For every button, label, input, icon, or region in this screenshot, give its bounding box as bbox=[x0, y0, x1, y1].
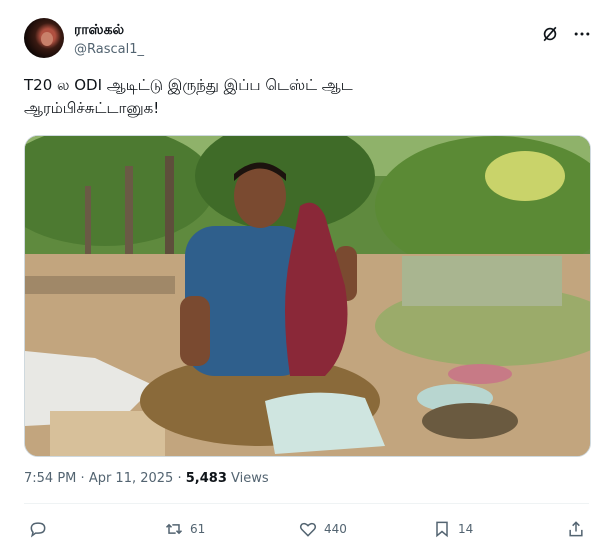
tweet-time[interactable]: 7:54 PM bbox=[24, 471, 76, 486]
meta-separator: · bbox=[177, 471, 182, 486]
tweet-meta: 7:54 PM · Apr 11, 2025 · 5,483 Views bbox=[24, 471, 269, 486]
reply-icon bbox=[30, 522, 46, 538]
like-count: 440 bbox=[324, 522, 347, 536]
retweet-count: 61 bbox=[190, 522, 206, 536]
views-label: Views bbox=[231, 471, 269, 486]
grok-icon[interactable] bbox=[540, 24, 560, 44]
action-bar: 61 440 14 bbox=[24, 514, 594, 546]
media-photo bbox=[25, 136, 590, 456]
reply-button[interactable] bbox=[28, 518, 54, 540]
bookmark-count: 14 bbox=[458, 522, 474, 536]
retweet-button[interactable]: 61 bbox=[164, 518, 205, 540]
views-count: 5,483 bbox=[185, 471, 227, 486]
user-handle[interactable]: @Rascal1_ bbox=[74, 42, 144, 57]
display-name[interactable]: ராஸ்கல் bbox=[74, 22, 124, 40]
tweet-date[interactable]: Apr 11, 2025 bbox=[89, 471, 174, 486]
like-icon bbox=[299, 522, 317, 537]
tweet-media-image[interactable] bbox=[24, 135, 591, 457]
bookmark-icon bbox=[436, 521, 448, 538]
like-button[interactable]: 440 bbox=[298, 518, 347, 540]
bookmark-button[interactable]: 14 bbox=[432, 518, 473, 540]
avatar[interactable] bbox=[24, 18, 64, 58]
share-icon bbox=[569, 521, 583, 537]
divider bbox=[24, 503, 589, 504]
share-button[interactable] bbox=[566, 518, 592, 540]
more-options-icon[interactable] bbox=[572, 24, 592, 44]
meta-separator: · bbox=[80, 471, 85, 486]
tweet-header: ராஸ்கல் @Rascal1_ bbox=[24, 18, 590, 64]
retweet-icon bbox=[165, 523, 183, 535]
tweet-text: T20 ல ODI ஆடிட்டு இருந்து இப்ப டெஸ்ட் ஆட… bbox=[24, 76, 353, 117]
